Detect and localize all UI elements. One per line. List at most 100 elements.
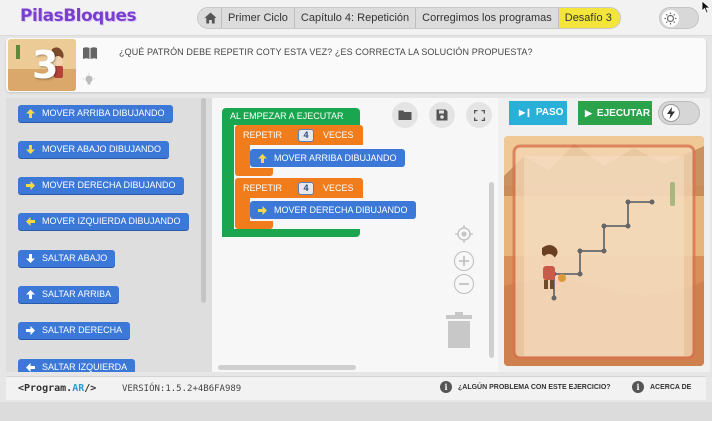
turbo-mode-toggle[interactable]	[658, 101, 700, 125]
program-ar-logo[interactable]: <Program.AR/>	[18, 383, 96, 394]
toolbox-block-label: MOVER ABAJO DIBUJANDO	[42, 144, 162, 154]
top-bar: PilasBloques Primer Ciclo Capítulo 4: Re…	[0, 0, 712, 36]
arrow-down-icon	[24, 252, 37, 265]
fullscreen-button[interactable]	[466, 102, 492, 128]
breadcrumb-item-chapter[interactable]: Capítulo 4: Repetición	[295, 8, 417, 28]
toolbox-block-move-right-draw[interactable]: MOVER DERECHA DIBUJANDO	[18, 177, 184, 194]
start-block-footer	[222, 229, 360, 237]
toolbox-block-jump-right[interactable]: SALTAR DERECHA	[18, 322, 131, 339]
move-up-draw-block-label: MOVER ARRIBA DIBUJANDO	[274, 153, 397, 163]
workspace-vertical-scrollbar[interactable]	[489, 182, 494, 358]
app-logo[interactable]: PilasBloques	[20, 6, 137, 26]
move-up-draw-block[interactable]: MOVER ARRIBA DIBUJANDO	[250, 149, 405, 167]
bottom-strip	[0, 402, 712, 421]
toolbox-scrollbar[interactable]	[201, 98, 206, 303]
book-icon[interactable]	[82, 46, 98, 60]
toolbox-block-label: SALTAR DERECHA	[42, 325, 123, 335]
toolbox-block-label: MOVER ARRIBA DIBUJANDO	[42, 108, 165, 118]
plus-icon	[459, 256, 469, 266]
sun-icon	[662, 10, 679, 27]
arrow-left-icon	[24, 361, 37, 372]
open-file-button[interactable]	[392, 102, 418, 128]
report-problem-link[interactable]: i ¿ALGÚN PROBLEMA CON ESTE EJERCICIO?	[440, 381, 611, 393]
mouse-cursor-icon	[701, 0, 712, 14]
toolbox-block-jump-up[interactable]: SALTAR ARRIBA	[18, 286, 120, 303]
zoom-in-button[interactable]	[454, 251, 474, 271]
breadcrumb-item-challenge: Desafío 3	[558, 8, 620, 28]
folder-icon	[398, 110, 412, 120]
arrow-right-icon	[24, 324, 37, 337]
lightbulb-icon[interactable]	[82, 73, 96, 87]
play-icon: ▶	[585, 108, 592, 118]
challenge-statement: 3 ¿QUÉ PATRÓN DEBE REPETIR COTY ESTA VEZ…	[6, 38, 706, 92]
repeat-block-2-footer	[235, 221, 273, 229]
logo-text-left: <Program.	[18, 383, 73, 394]
repeat-block-1-label: REPETIR	[243, 130, 283, 140]
toolbox-block-label: SALTAR IZQUIERDA	[42, 362, 128, 372]
home-icon	[204, 12, 217, 24]
toolbox-block-move-up-draw[interactable]: MOVER ARRIBA DIBUJANDO	[18, 105, 173, 122]
report-problem-label: ¿ALGÚN PROBLEMA CON ESTE EJERCICIO?	[458, 383, 611, 391]
breadcrumb-item-group[interactable]: Corregimos los programas	[416, 8, 559, 28]
version-label: VERSIÓN:1.5.2+4B6FA989	[122, 384, 242, 394]
toolbox-block-move-down-draw[interactable]: MOVER ABAJO DIBUJANDO	[18, 141, 170, 158]
about-label: ACERCA DE	[650, 383, 692, 391]
logo-text-ar: AR	[72, 383, 85, 394]
breadcrumb-item-cycle[interactable]: Primer Ciclo	[222, 8, 295, 28]
step-button-label: PASO	[535, 107, 564, 118]
run-button-label: EJECUTAR	[596, 108, 651, 119]
info-icon: i	[632, 381, 644, 393]
challenge-number: 3	[32, 43, 59, 87]
arrow-down-icon	[24, 143, 37, 156]
run-button[interactable]: ▶ EJECUTAR	[578, 101, 652, 125]
move-right-draw-block[interactable]: MOVER DERECHA DIBUJANDO	[250, 201, 416, 219]
toolbox-block-jump-left[interactable]: SALTAR IZQUIERDA	[18, 359, 136, 372]
info-icon: i	[440, 381, 452, 393]
footer: <Program.AR/> VERSIÓN:1.5.2+4B6FA989 i ¿…	[6, 376, 706, 400]
challenge-statement-text: ¿QUÉ PATRÓN DEBE REPETIR COTY ESTA VEZ? …	[119, 47, 533, 57]
arrow-right-icon	[24, 179, 37, 192]
challenge-thumbnail: 3	[8, 39, 76, 91]
lightning-icon	[662, 104, 680, 122]
breadcrumb: Primer Ciclo Capítulo 4: Repetición Corr…	[197, 7, 621, 29]
trash-icon[interactable]	[446, 312, 472, 348]
repeat-block-1-suffix: VECES	[323, 130, 354, 140]
zoom-out-button[interactable]	[454, 274, 474, 294]
toolbox-block-label: SALTAR ABAJO	[42, 253, 108, 263]
start-block-label: AL EMPEZAR A EJECUTAR	[222, 108, 360, 125]
repeat-count-input[interactable]: 4	[298, 129, 314, 142]
app-root: PilasBloques Primer Ciclo Capítulo 4: Re…	[0, 0, 712, 421]
move-right-draw-block-label: MOVER DERECHA DIBUJANDO	[274, 205, 408, 215]
statement-side-icons	[82, 46, 100, 92]
save-icon	[436, 109, 448, 121]
toolbox-block-label: SALTAR ARRIBA	[42, 289, 112, 299]
repeat-block-2-label: REPETIR	[243, 183, 283, 193]
save-file-button[interactable]	[429, 102, 455, 128]
toolbox-block-label: MOVER IZQUIERDA DIBUJANDO	[42, 216, 181, 226]
crosshair-icon	[455, 225, 473, 243]
arrow-up-icon	[24, 288, 37, 301]
toolbox-block-move-left-draw[interactable]: MOVER IZQUIERDA DIBUJANDO	[18, 213, 189, 230]
fullscreen-icon	[473, 109, 485, 121]
step-button[interactable]: ▶❙ PASO	[509, 101, 567, 125]
theme-toggle[interactable]	[659, 7, 699, 29]
step-icon: ▶❙	[519, 108, 532, 117]
minus-icon	[459, 283, 469, 285]
center-view-button[interactable]	[454, 224, 474, 244]
repeat-block-2-suffix: VECES	[323, 183, 354, 193]
arrow-left-icon	[24, 215, 37, 228]
arrow-right-icon	[256, 204, 268, 216]
toolbox-block-jump-down[interactable]: SALTAR ABAJO	[18, 250, 116, 267]
arrow-up-icon	[256, 152, 268, 164]
block-toolbox: MOVER ARRIBA DIBUJANDO MOVER ABAJO DIBUJ…	[6, 98, 212, 372]
desert-scene	[504, 136, 704, 366]
repeat-count-input[interactable]: 4	[298, 182, 314, 195]
repeat-block-1-footer	[235, 168, 273, 176]
toolbox-block-label: MOVER DERECHA DIBUJANDO	[42, 180, 176, 190]
about-link[interactable]: i ACERCA DE	[632, 381, 691, 393]
start-block-body	[222, 124, 234, 237]
stage-scene	[504, 136, 704, 366]
logo-text-right: />	[84, 383, 97, 394]
home-button[interactable]	[198, 8, 222, 28]
workspace-horizontal-scrollbar[interactable]	[218, 365, 356, 370]
